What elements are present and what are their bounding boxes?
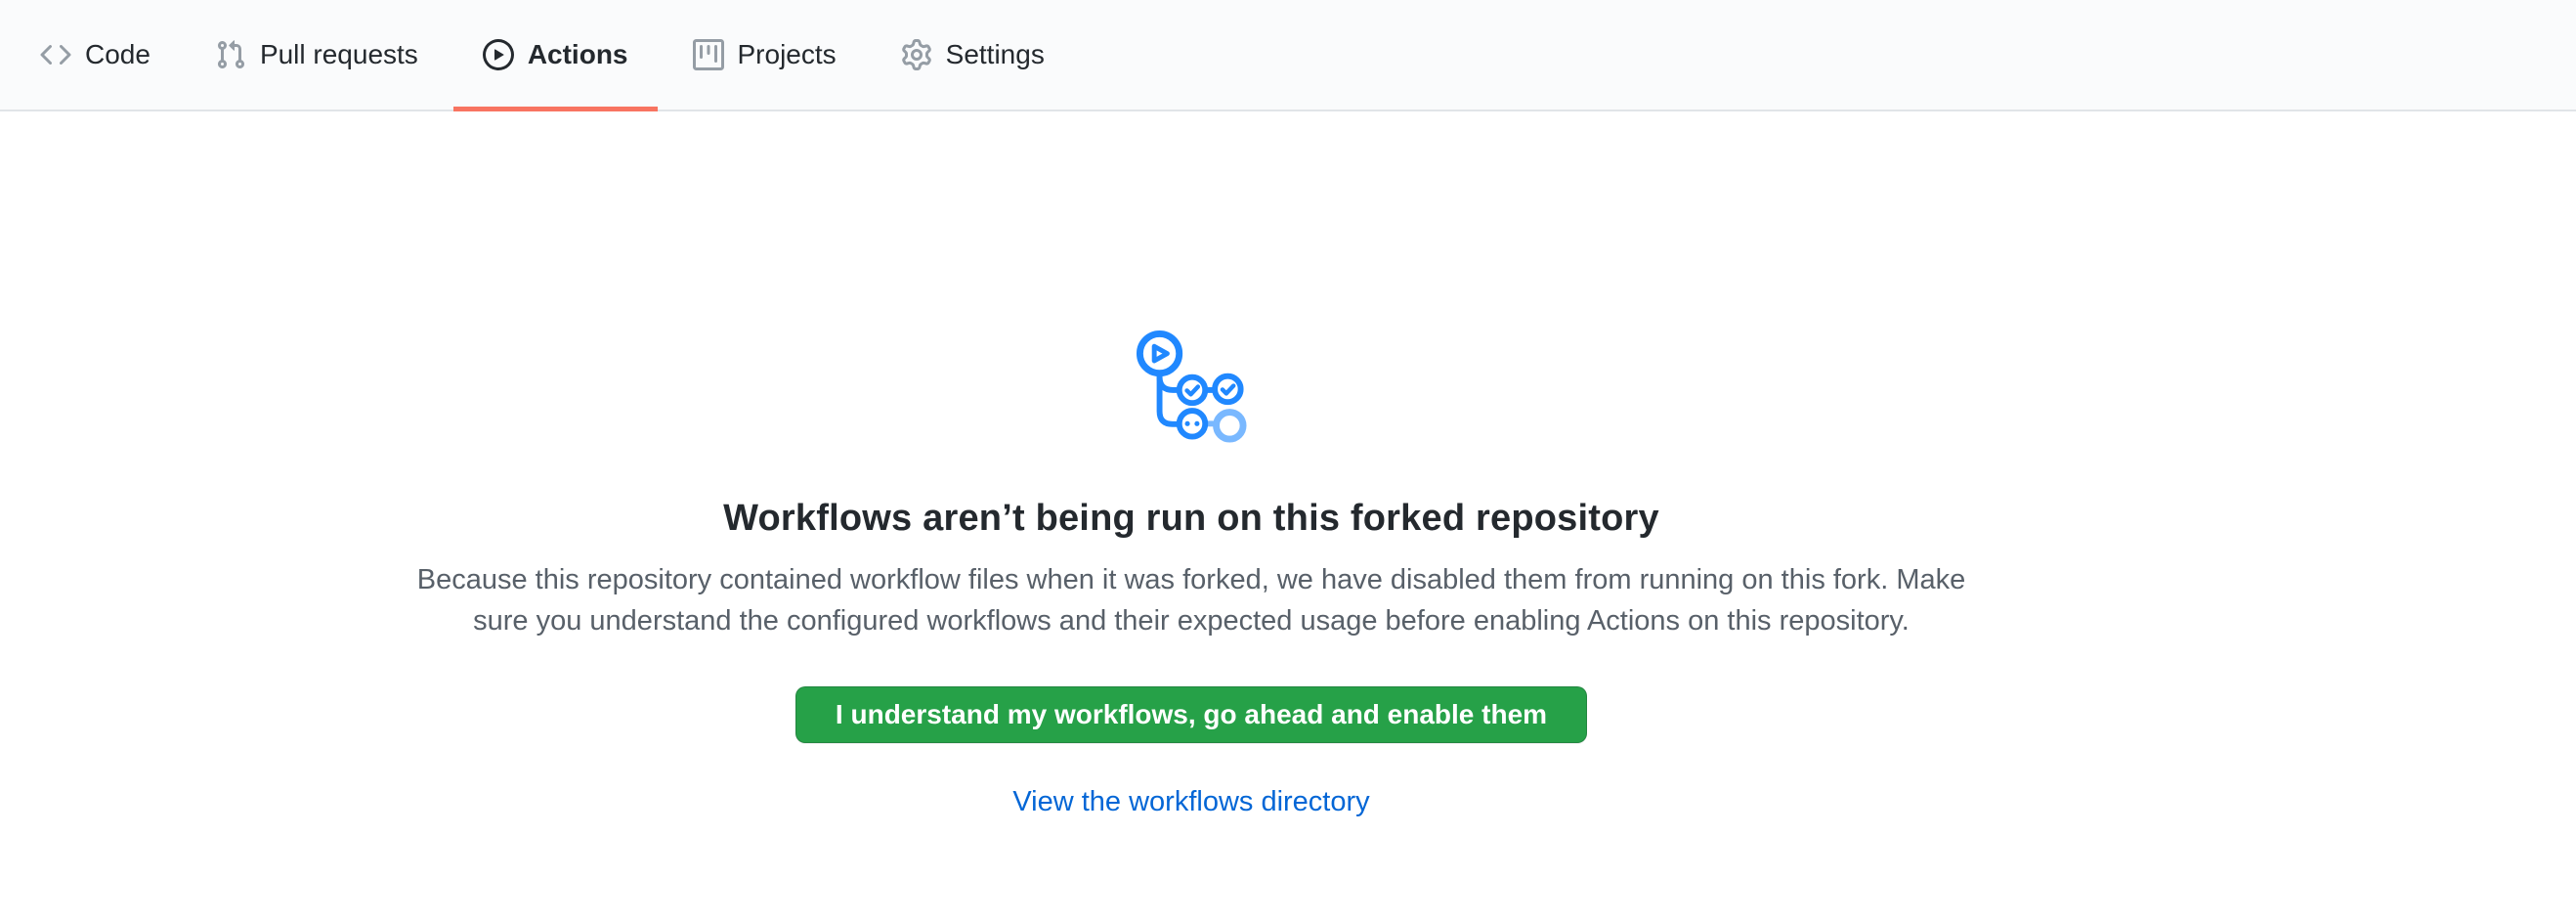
empty-state-title: Workflows aren’t being run on this forke… (390, 498, 1993, 540)
gear-icon (901, 39, 932, 70)
git-pull-request-icon (215, 39, 246, 70)
workflow-graph-icon (1136, 330, 1247, 449)
tab-label: Settings (946, 0, 1045, 110)
repo-tab-nav: Code Pull requests Actions Projects Sett… (0, 0, 2576, 111)
code-icon (40, 39, 71, 70)
tab-projects[interactable]: Projects (664, 0, 866, 110)
view-workflows-directory-link[interactable]: View the workflows directory (1012, 786, 1369, 817)
tab-label: Actions (528, 0, 628, 110)
tab-label: Code (85, 0, 150, 110)
enable-workflows-button[interactable]: I understand my workflows, go ahead and … (795, 686, 1587, 743)
tab-label: Pull requests (260, 0, 418, 110)
tab-actions[interactable]: Actions (453, 0, 658, 110)
tab-code[interactable]: Code (11, 0, 180, 110)
tab-settings[interactable]: Settings (872, 0, 1074, 110)
empty-state-description: Because this repository contained workfl… (390, 559, 1993, 641)
workflows-link-row: View the workflows directory (390, 786, 1993, 818)
actions-disabled-empty-state: Workflows aren’t being run on this forke… (390, 111, 1993, 818)
play-icon (483, 39, 514, 70)
project-icon (693, 39, 724, 70)
tab-label: Projects (738, 0, 837, 110)
tab-pull-requests[interactable]: Pull requests (186, 0, 448, 110)
